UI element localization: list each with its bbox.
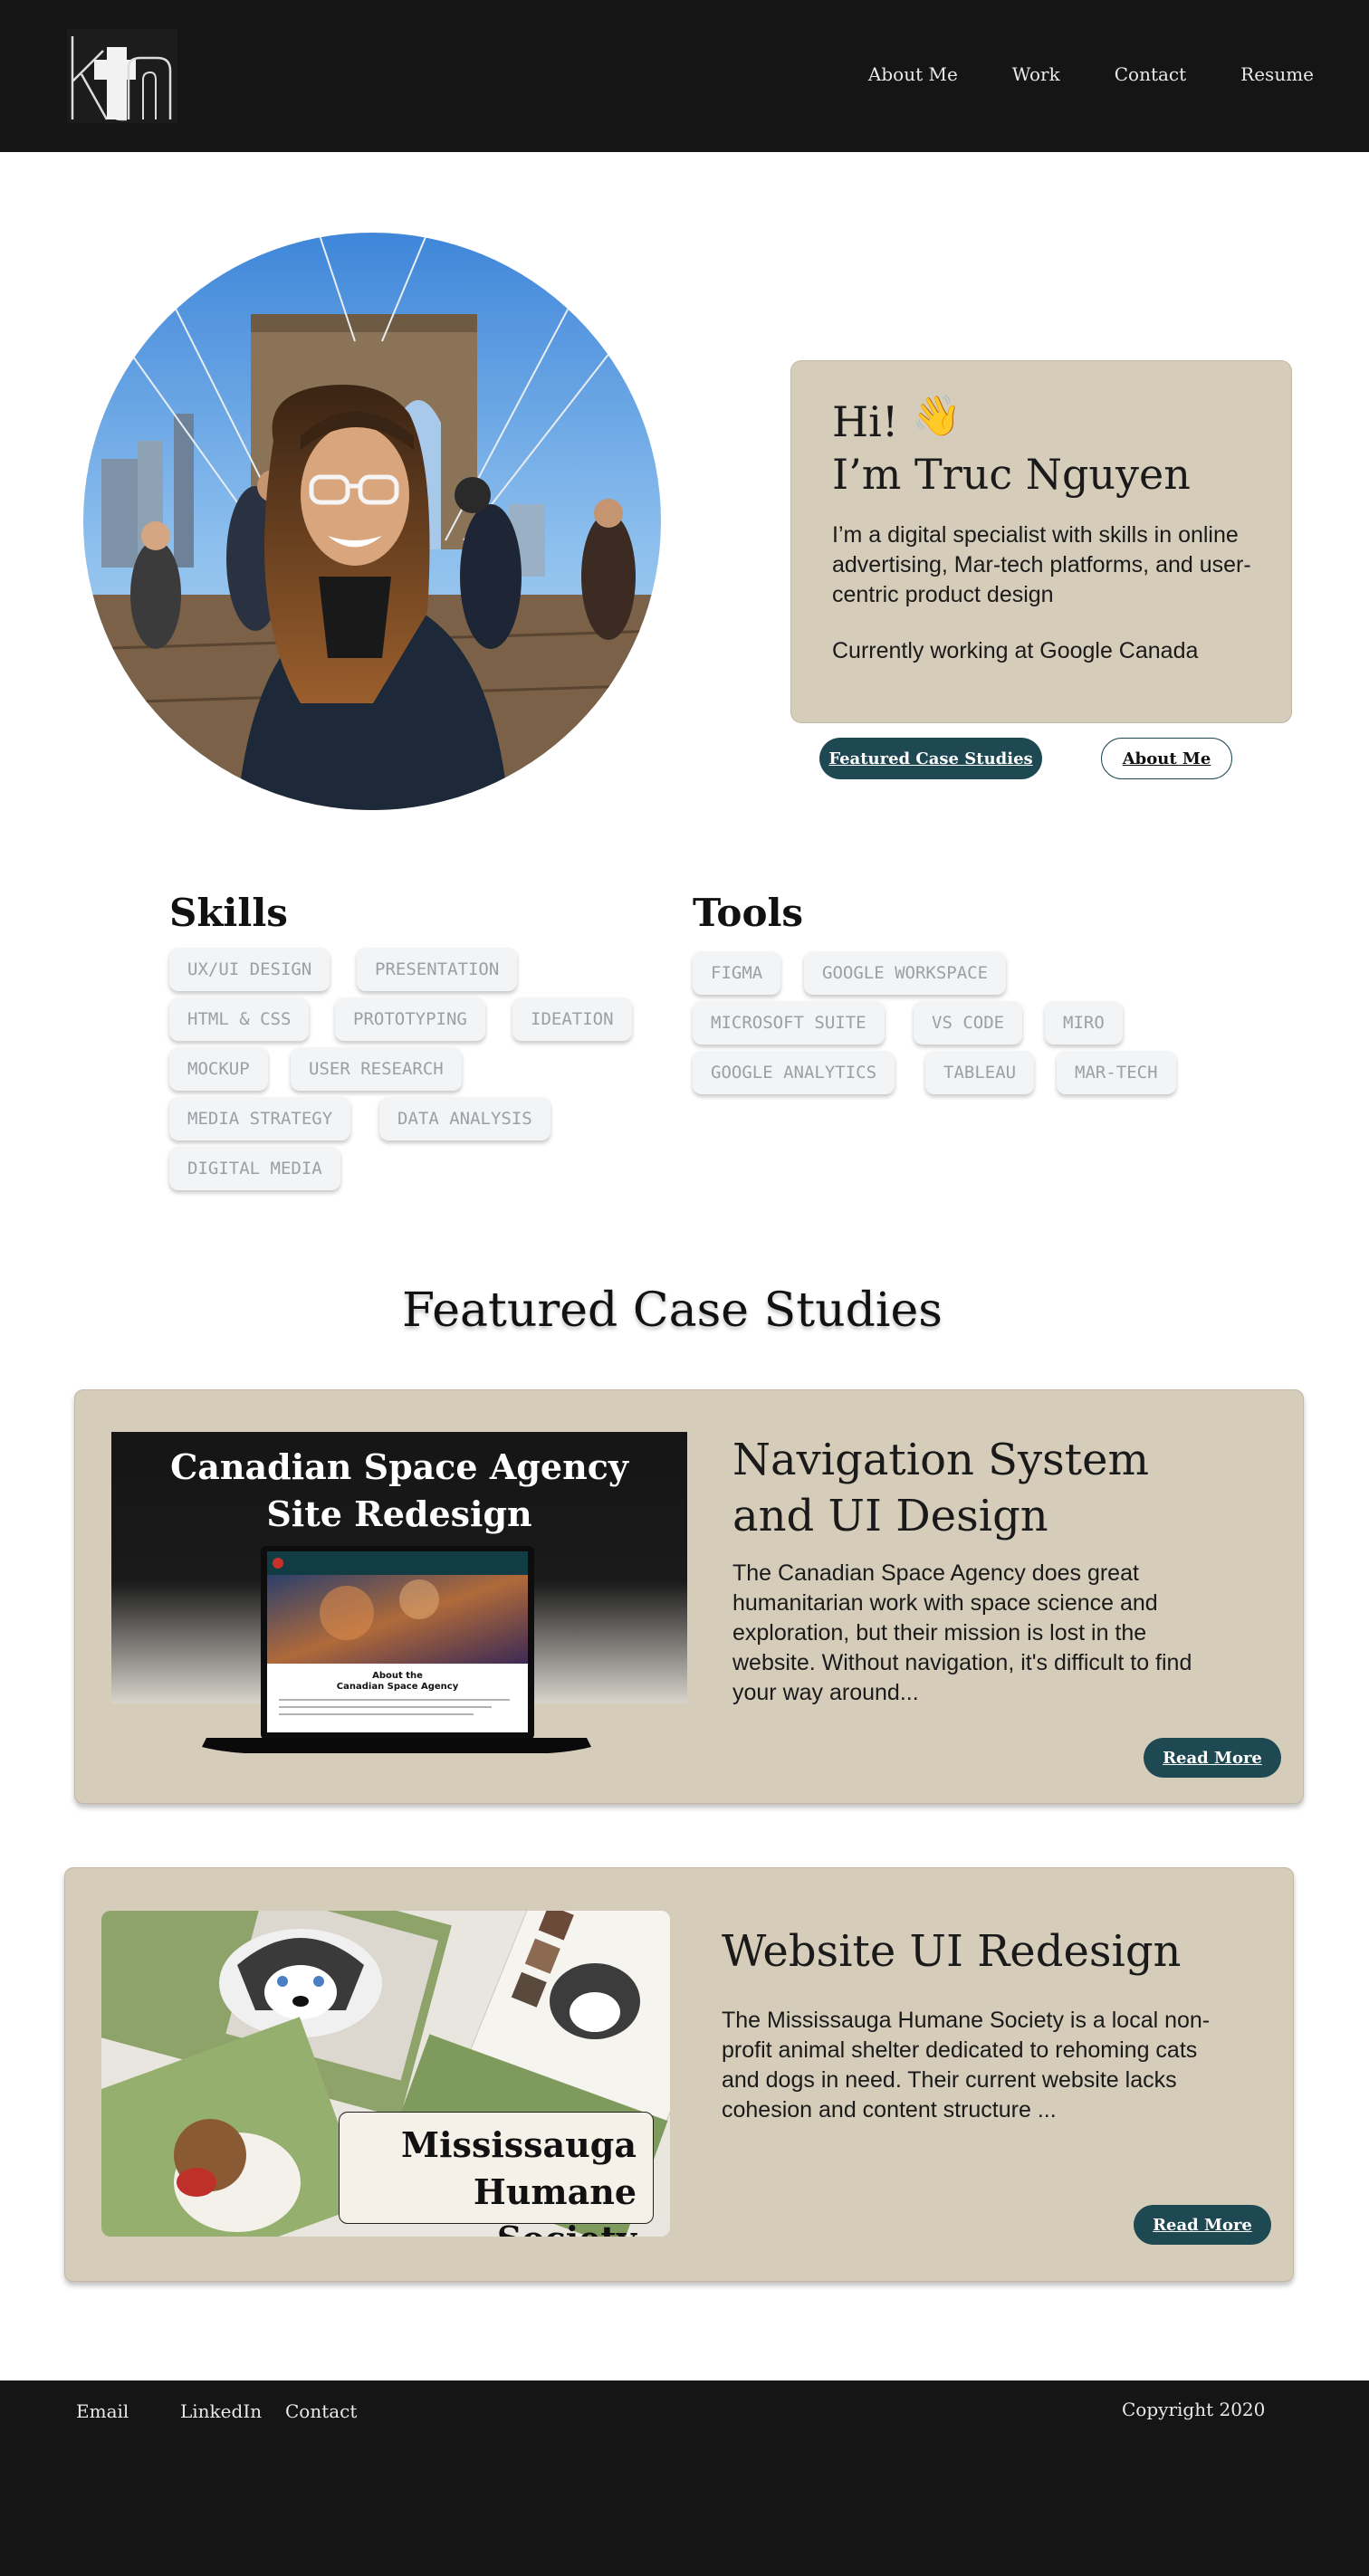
csa-read-more-button[interactable]: Read More [1144,1738,1281,1778]
tool-chip: MIRO [1045,1001,1123,1045]
csa-case-title: Navigation System and UI Design [732,1435,1149,1541]
skill-chip: PROTOTYPING [335,997,485,1041]
mhs-case-description: The Mississauga Humane Society is a loca… [722,2008,1211,2123]
waving-hand-icon: 👋 [912,394,962,438]
skills-heading: Skills [169,891,288,935]
case-study-card-csa: Canadian Space Agency Site Redesign Abou… [74,1389,1304,1804]
csa-case-image[interactable]: Canadian Space Agency Site Redesign Abou… [111,1432,687,1753]
mhs-read-more-button[interactable]: Read More [1134,2205,1271,2245]
skill-chip: MOCKUP [169,1047,268,1091]
mhs-case-title: Website UI Redesign [722,1926,1182,1977]
mhs-image-label: Mississauga Humane Society [339,2112,654,2237]
intro-card: Hi! 👋 I’m Truc Nguyen I’m a digital spec… [790,360,1292,723]
footer-linkedin-link[interactable]: LinkedIn [180,2400,262,2422]
skill-chip: MEDIA STRATEGY [169,1097,351,1140]
site-header: About Me Work Contact Resume [0,0,1369,152]
name-heading: I’m Truc Nguyen [832,450,1191,499]
nav-contact[interactable]: Contact [1115,63,1186,85]
csa-case-description: The Canadian Space Agency does great hum… [732,1560,1192,1705]
skill-chip: DIGITAL MEDIA [169,1147,340,1190]
skill-chip: PRESENTATION [357,948,518,991]
profile-photo [83,233,661,810]
site-footer: Email LinkedIn Contact Copyright 2020 [0,2380,1369,2576]
case-study-card-mhs: Mississauga Humane Society Website UI Re… [64,1867,1294,2282]
skill-chip: DATA ANALYSIS [379,1097,550,1140]
intro-paragraph: I’m a digital specialist with skills in … [832,522,1251,607]
tool-chip: GOOGLE ANALYTICS [693,1051,895,1094]
skill-chip: HTML & CSS [169,997,310,1041]
mhs-case-image[interactable]: Mississauga Humane Society [101,1911,670,2237]
skill-chip: IDEATION [512,997,632,1041]
tool-chip: VS CODE [914,1001,1023,1045]
csa-screen-heading: About the [372,1671,423,1681]
mhs-image-title-2: Humane Society [473,2171,637,2237]
tool-chip: FIGMA [693,951,781,995]
featured-case-studies-heading: Featured Case Studies [401,1283,943,1338]
featured-case-studies-button[interactable]: Featured Case Studies [819,738,1042,779]
skill-chip: USER RESEARCH [291,1047,462,1091]
footer-email-link[interactable]: Email [76,2400,129,2422]
skill-chip: UX/UI DESIGN [169,948,330,991]
ktn-logo[interactable] [67,29,177,123]
tool-chip: MAR-TECH [1057,1051,1176,1094]
csa-image-title-1: Canadian Space Agency [170,1446,629,1487]
main-nav: About Me Work Contact Resume [814,63,1314,85]
tools-heading: Tools [693,891,804,935]
nav-about-me[interactable]: About Me [868,63,958,85]
tool-chip: GOOGLE WORKSPACE [804,951,1007,995]
csa-image-title-2: Site Redesign [266,1493,531,1534]
current-job-text: Currently working at Google Canada [832,638,1199,663]
mhs-image-title-1: Mississauga [401,2124,637,2165]
nav-resume[interactable]: Resume [1240,63,1314,85]
footer-contact-link[interactable]: Contact [285,2400,357,2422]
about-me-button[interactable]: About Me [1101,738,1232,779]
nav-work[interactable]: Work [1012,63,1060,85]
csa-screen-subheading: Canadian Space Agency [337,1682,459,1692]
greeting-text: Hi! [832,397,899,446]
tool-chip: MICROSOFT SUITE [693,1001,885,1045]
copyright-text: Copyright 2020 [1122,2399,1266,2420]
tool-chip: TABLEAU [925,1051,1035,1094]
